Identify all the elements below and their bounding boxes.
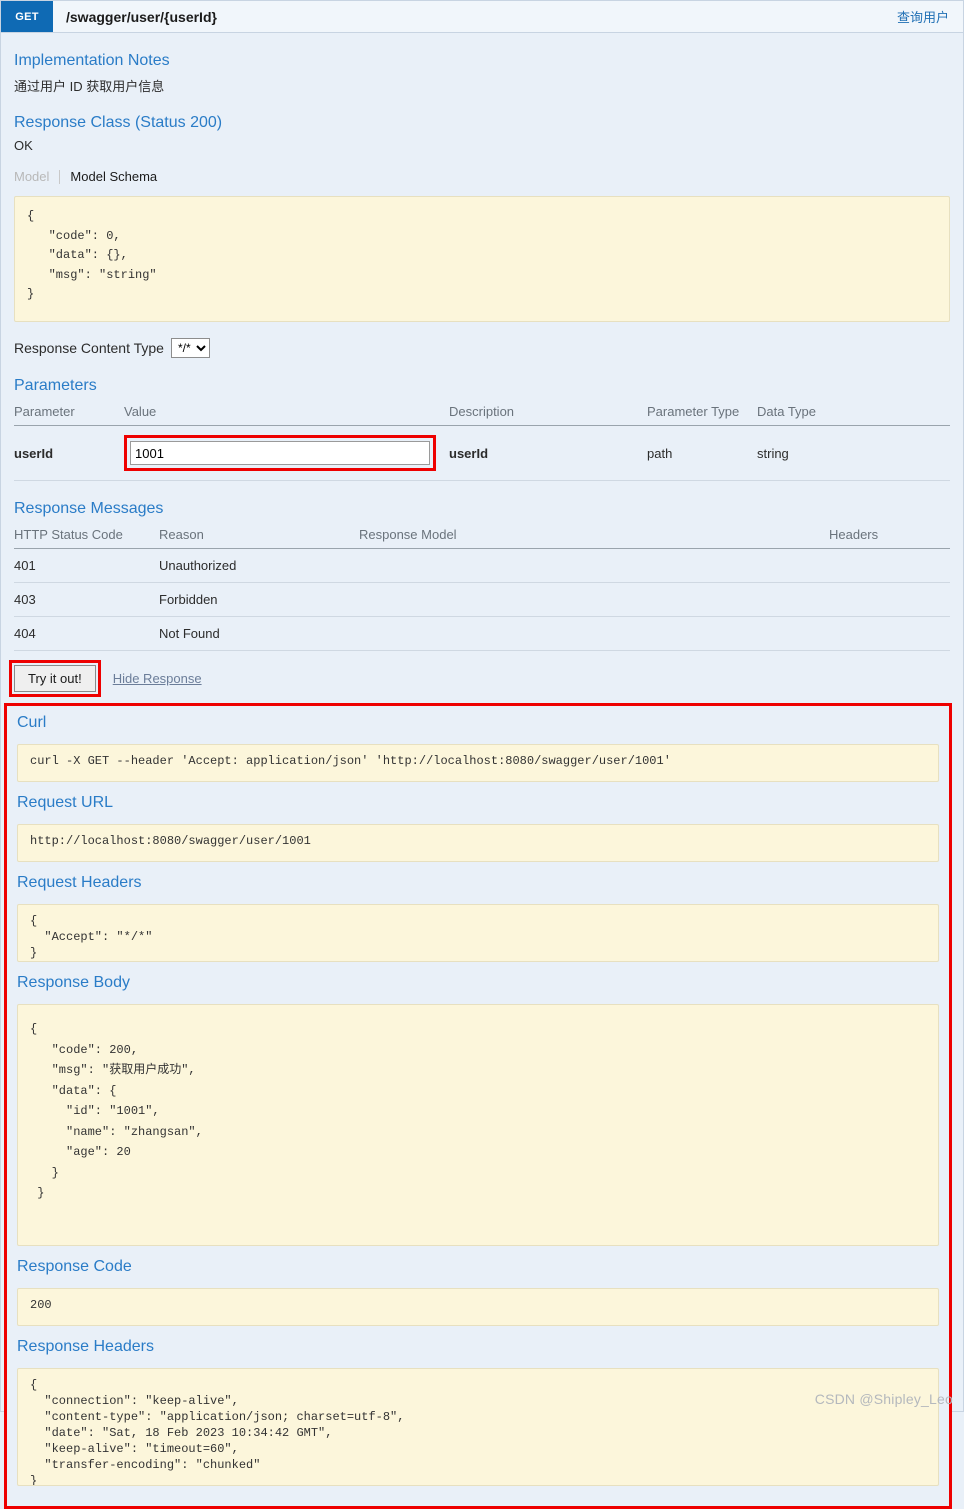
response-headers-snippet[interactable]: { "connection": "keep-alive", "content-t… bbox=[17, 1368, 939, 1486]
response-headers-heading: Response Headers bbox=[17, 1338, 154, 1355]
headers-cell bbox=[829, 582, 950, 617]
tab-model[interactable]: Model bbox=[14, 169, 59, 184]
parameter-description-cell: userId bbox=[449, 425, 647, 481]
watermark: CSDN @Shipley_Leo bbox=[814, 1391, 953, 1407]
parameters-table: Parameter Value Description Parameter Ty… bbox=[14, 401, 950, 481]
col-response-model: Response Model bbox=[359, 524, 829, 549]
headers-cell bbox=[829, 548, 950, 583]
operation-summary-link[interactable]: 查询用户 bbox=[897, 1, 963, 32]
hide-response-link[interactable]: Hide Response bbox=[113, 671, 202, 686]
status-code-cell: 401 bbox=[14, 548, 159, 583]
parameter-value-cell bbox=[124, 425, 449, 481]
curl-snippet[interactable]: curl -X GET --header 'Accept: applicatio… bbox=[17, 744, 939, 782]
col-description: Description bbox=[449, 401, 647, 426]
reason-cell: Unauthorized bbox=[159, 548, 359, 583]
status-code-cell: 404 bbox=[14, 616, 159, 651]
headers-cell bbox=[829, 616, 950, 651]
response-class-heading: Response Class (Status 200) bbox=[14, 114, 223, 131]
response-code-heading: Response Code bbox=[17, 1258, 132, 1275]
col-parameter: Parameter bbox=[14, 401, 124, 426]
reason-cell: Not Found bbox=[159, 616, 359, 651]
col-value: Value bbox=[124, 401, 449, 426]
col-data-type: Data Type bbox=[757, 401, 950, 426]
swagger-operation-panel: GET /swagger/user/{userId} 查询用户 Implemen… bbox=[0, 0, 964, 1509]
request-headers-snippet[interactable]: { "Accept": "*/*" } bbox=[17, 904, 939, 962]
implementation-notes-text: 通过用户 ID 获取用户信息 bbox=[14, 79, 165, 94]
model-tabs[interactable]: Model Model Schema bbox=[14, 169, 950, 184]
curl-heading: Curl bbox=[17, 714, 47, 731]
response-class-text: OK bbox=[14, 138, 33, 153]
response-content-type-row: Response Content Type */* bbox=[14, 338, 950, 358]
response-messages-table: HTTP Status Code Reason Response Model H… bbox=[14, 524, 950, 651]
col-parameter-type: Parameter Type bbox=[647, 401, 757, 426]
col-headers: Headers bbox=[829, 524, 950, 549]
model-schema-snippet[interactable]: { "code": 0, "data": {}, "msg": "string"… bbox=[14, 196, 950, 322]
table-row: userId userId path string bbox=[14, 425, 950, 481]
request-headers-heading: Request Headers bbox=[17, 874, 142, 891]
response-messages-header-row: HTTP Status Code Reason Response Model H… bbox=[14, 524, 950, 549]
response-messages-heading: Response Messages bbox=[14, 500, 164, 517]
response-body-heading: Response Body bbox=[17, 974, 130, 991]
parameter-name-cell: userId bbox=[14, 425, 124, 481]
response-code-snippet[interactable]: 200 bbox=[17, 1288, 939, 1326]
response-result-pane: Curl curl -X GET --header 'Accept: appli… bbox=[4, 703, 952, 1509]
parameters-heading: Parameters bbox=[14, 377, 97, 394]
implementation-notes-heading: Implementation Notes bbox=[14, 52, 170, 69]
parameters-table-header-row: Parameter Value Description Parameter Ty… bbox=[14, 401, 950, 426]
response-model-cell bbox=[359, 616, 829, 651]
try-it-out-button[interactable]: Try it out! bbox=[14, 665, 96, 692]
parameter-input-highlight bbox=[124, 435, 436, 471]
tab-model-schema[interactable]: Model Schema bbox=[60, 169, 157, 184]
request-url-snippet[interactable]: http://localhost:8080/swagger/user/1001 bbox=[17, 824, 939, 862]
http-method-badge: GET bbox=[1, 1, 53, 32]
parameter-type-cell: path bbox=[647, 425, 757, 481]
operation-path[interactable]: /swagger/user/{userId} bbox=[53, 1, 897, 32]
operation-body: Implementation Notes 通过用户 ID 获取用户信息 Resp… bbox=[1, 52, 963, 697]
response-body-snippet[interactable]: { "code": 200, "msg": "获取用户成功", "data": … bbox=[17, 1004, 939, 1246]
table-row: 403 Forbidden bbox=[14, 582, 950, 617]
reason-cell: Forbidden bbox=[159, 582, 359, 617]
response-content-type-label: Response Content Type bbox=[14, 340, 164, 356]
request-url-heading: Request URL bbox=[17, 794, 114, 811]
table-row: 404 Not Found bbox=[14, 616, 950, 651]
response-model-cell bbox=[359, 548, 829, 583]
status-code-cell: 403 bbox=[14, 582, 159, 617]
col-http-status-code: HTTP Status Code bbox=[14, 524, 159, 549]
action-row: Try it out! Hide Response bbox=[9, 660, 950, 697]
parameter-data-type-cell: string bbox=[757, 425, 950, 481]
table-row: 401 Unauthorized bbox=[14, 548, 950, 583]
col-reason: Reason bbox=[159, 524, 359, 549]
userid-input[interactable] bbox=[130, 441, 430, 465]
try-it-out-highlight: Try it out! bbox=[9, 660, 101, 697]
response-content-type-select[interactable]: */* bbox=[170, 338, 210, 358]
operation-header[interactable]: GET /swagger/user/{userId} 查询用户 bbox=[1, 1, 963, 33]
response-model-cell bbox=[359, 582, 829, 617]
